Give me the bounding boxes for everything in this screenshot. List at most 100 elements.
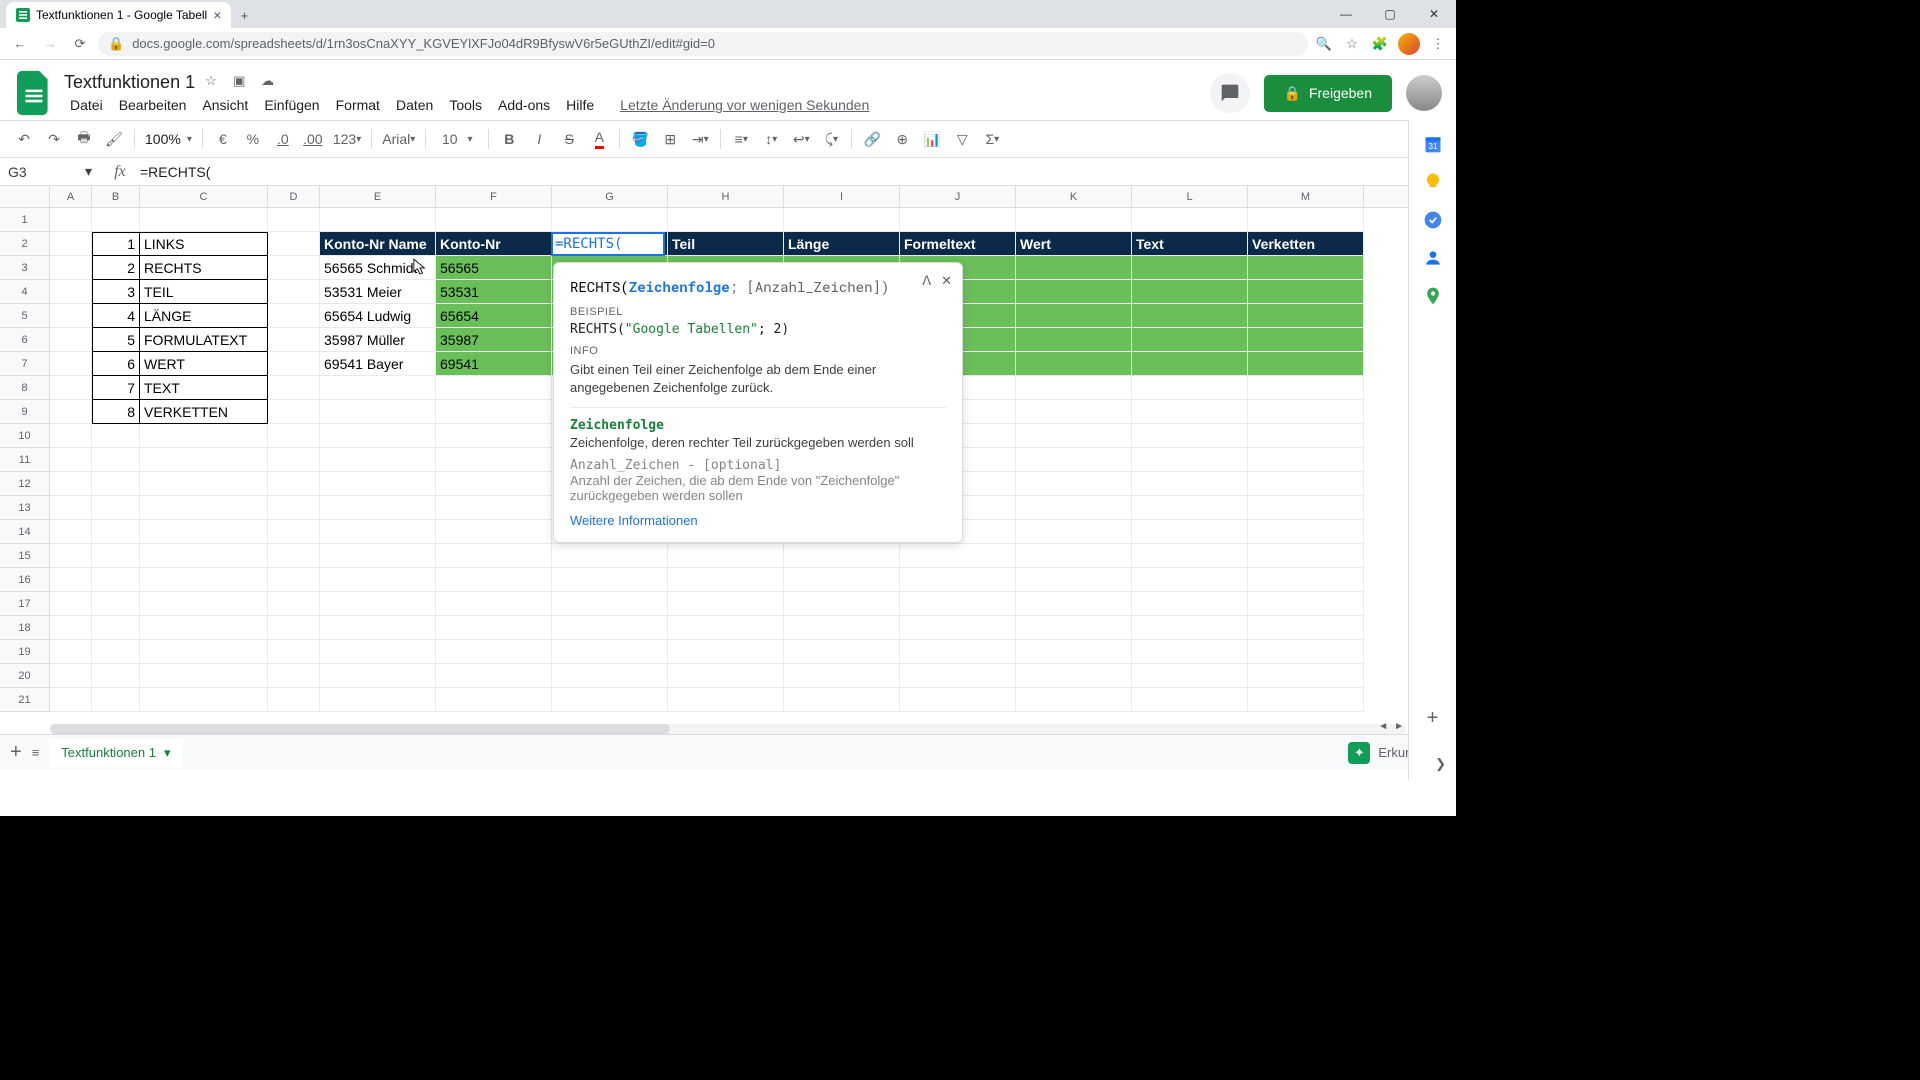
cell[interactable]	[268, 616, 320, 640]
cell[interactable]	[1248, 664, 1364, 688]
cell[interactable]	[1016, 352, 1132, 376]
undo-button[interactable]: ↶	[10, 125, 38, 153]
cell[interactable]	[320, 424, 436, 448]
share-button[interactable]: 🔒 Freigeben	[1264, 75, 1392, 112]
cell[interactable]	[320, 208, 436, 232]
cell[interactable]	[140, 472, 268, 496]
formula-input[interactable]: =RECHTS(	[140, 164, 1456, 180]
col-header[interactable]: F	[436, 186, 552, 207]
cell[interactable]: WERT	[140, 352, 268, 376]
cell[interactable]: TEXT	[140, 376, 268, 400]
cell[interactable]	[1248, 280, 1364, 304]
cell[interactable]	[320, 592, 436, 616]
calendar-icon[interactable]: 31	[1423, 134, 1443, 154]
menu-format[interactable]: Format	[330, 95, 386, 115]
font-select[interactable]: Arial▾	[378, 125, 419, 153]
cell[interactable]	[92, 472, 140, 496]
cell[interactable]	[552, 544, 668, 568]
cell[interactable]	[552, 208, 668, 232]
menu-addons[interactable]: Add-ons	[492, 95, 556, 115]
cell[interactable]	[92, 640, 140, 664]
cell[interactable]	[50, 640, 92, 664]
row-header[interactable]: 15	[0, 544, 50, 568]
cell[interactable]	[1132, 400, 1248, 424]
cell[interactable]	[92, 496, 140, 520]
cell[interactable]	[140, 664, 268, 688]
fill-color-button[interactable]: 🪣	[626, 125, 654, 153]
cell[interactable]	[268, 424, 320, 448]
cell[interactable]	[1016, 256, 1132, 280]
reload-button[interactable]: ⟳	[68, 32, 92, 56]
cell[interactable]	[268, 688, 320, 712]
col-header[interactable]: E	[320, 186, 436, 207]
cell[interactable]	[268, 304, 320, 328]
cell[interactable]: FORMULATEXT	[140, 328, 268, 352]
cell[interactable]: VERKETTEN	[140, 400, 268, 424]
paint-format-button[interactable]: 🖌	[100, 125, 128, 153]
cell[interactable]	[320, 544, 436, 568]
cell[interactable]	[668, 568, 784, 592]
keep-icon[interactable]	[1423, 172, 1443, 192]
cell[interactable]	[1016, 568, 1132, 592]
cell[interactable]	[268, 352, 320, 376]
cell[interactable]	[1132, 376, 1248, 400]
text-color-button[interactable]: A	[585, 125, 613, 153]
cell[interactable]	[1248, 256, 1364, 280]
cell[interactable]	[668, 688, 784, 712]
kebab-menu-icon[interactable]: ⋮	[1428, 34, 1448, 54]
new-tab-button[interactable]: +	[231, 2, 257, 28]
cell[interactable]	[92, 424, 140, 448]
sheets-logo-icon[interactable]	[14, 68, 54, 118]
row-header[interactable]: 21	[0, 688, 50, 712]
close-tab-icon[interactable]: ×	[213, 7, 221, 23]
cell[interactable]	[784, 640, 900, 664]
collapse-tooltip-icon[interactable]: ᐱ	[922, 273, 931, 289]
cell[interactable]	[552, 664, 668, 688]
contacts-icon[interactable]	[1423, 248, 1443, 268]
cell[interactable]	[320, 568, 436, 592]
cell[interactable]	[268, 256, 320, 280]
cell[interactable]	[140, 424, 268, 448]
row-header[interactable]: 18	[0, 616, 50, 640]
font-size-select[interactable]: 10▾	[432, 125, 482, 153]
cell[interactable]: 2	[92, 256, 140, 280]
cell[interactable]	[784, 208, 900, 232]
cell[interactable]	[92, 208, 140, 232]
cell[interactable]	[1016, 304, 1132, 328]
menu-ansicht[interactable]: Ansicht	[196, 95, 254, 115]
account-avatar[interactable]	[1406, 75, 1442, 111]
number-format-select[interactable]: 123▾	[329, 125, 365, 153]
col-header[interactable]: I	[784, 186, 900, 207]
cell[interactable]	[668, 640, 784, 664]
cell[interactable]: 56565 Schmidt	[320, 256, 436, 280]
cell[interactable]	[1248, 688, 1364, 712]
more-info-link[interactable]: Weitere Informationen	[570, 513, 946, 528]
cell[interactable]	[900, 592, 1016, 616]
cell[interactable]	[140, 688, 268, 712]
cell[interactable]	[50, 544, 92, 568]
close-window-button[interactable]: ✕	[1412, 0, 1456, 28]
url-input[interactable]: 🔒 docs.google.com/spreadsheets/d/1rn3osC…	[98, 32, 1308, 56]
cell[interactable]	[1132, 256, 1248, 280]
cell[interactable]	[268, 232, 320, 256]
cell[interactable]	[436, 640, 552, 664]
cell[interactable]	[1132, 688, 1248, 712]
row-header[interactable]: 5	[0, 304, 50, 328]
cell[interactable]	[1132, 640, 1248, 664]
cell[interactable]: 1	[92, 232, 140, 256]
filter-button[interactable]: ▽	[948, 125, 976, 153]
cell[interactable]	[50, 592, 92, 616]
cell[interactable]	[552, 568, 668, 592]
cell[interactable]	[92, 664, 140, 688]
cell[interactable]	[92, 544, 140, 568]
cell[interactable]	[140, 448, 268, 472]
extensions-icon[interactable]: 🧩	[1370, 34, 1390, 54]
cell[interactable]	[92, 688, 140, 712]
cell[interactable]	[1132, 424, 1248, 448]
cell[interactable]: TEIL	[140, 280, 268, 304]
cell[interactable]	[268, 376, 320, 400]
cell[interactable]	[320, 400, 436, 424]
row-header[interactable]: 7	[0, 352, 50, 376]
cell[interactable]	[1132, 496, 1248, 520]
cell[interactable]	[50, 232, 92, 256]
